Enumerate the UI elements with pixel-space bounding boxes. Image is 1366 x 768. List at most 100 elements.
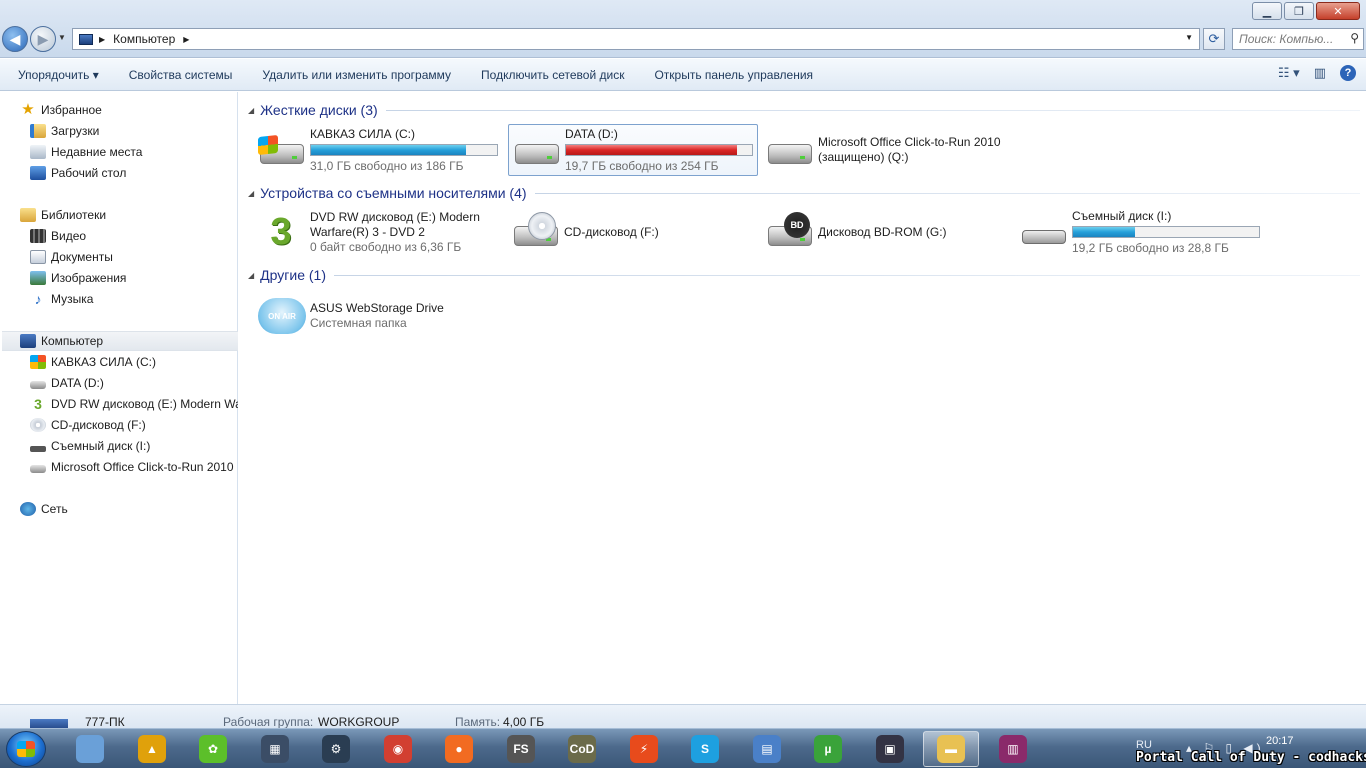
address-bar[interactable]: ▶ Компьютер ▶ ▼ xyxy=(72,28,1200,50)
workgroup-label: Рабочая группа: xyxy=(223,715,314,729)
help-icon[interactable]: ? xyxy=(1340,65,1356,81)
nav-network[interactable]: Сеть xyxy=(20,499,236,519)
taskbar-daemon-button[interactable]: ⚡ xyxy=(616,731,672,767)
start-button[interactable] xyxy=(6,731,46,767)
library-icon xyxy=(20,208,36,222)
drive-tile-c[interactable]: КАВКАЗ СИЛА (C:) 31,0 ГБ свободно из 186… xyxy=(254,124,504,176)
music-icon: ♪ xyxy=(34,291,42,307)
taskbar-call-of-duty-button[interactable]: CoD xyxy=(554,731,610,767)
nav-favorites[interactable]: ★ Избранное xyxy=(20,100,236,120)
nav-downloads[interactable]: Загрузки xyxy=(30,121,238,141)
open-control-panel-button[interactable]: Открыть панель управления xyxy=(639,68,828,82)
nav-drive-d[interactable]: DATA (D:) xyxy=(30,373,238,393)
taskbar-task-manager-button[interactable]: ▦ xyxy=(247,731,303,767)
close-button[interactable]: ✕ xyxy=(1316,2,1360,20)
group-header-other[interactable]: ◢ Другие (1) xyxy=(248,265,1360,285)
explorer-icon: ▬ xyxy=(937,735,965,763)
breadcrumb-arrow-icon[interactable]: ▶ xyxy=(183,35,189,44)
nav-drive-f[interactable]: CD-дисковод (F:) xyxy=(30,415,238,435)
taskbar-aimp-button[interactable]: ▲ xyxy=(124,731,180,767)
taskbar-winrar-button[interactable]: ▥ xyxy=(985,731,1041,767)
collapse-icon[interactable]: ◢ xyxy=(248,189,254,198)
breadcrumb-arrow-icon[interactable]: ▶ xyxy=(99,35,105,44)
nav-drive-e[interactable]: 3 DVD RW дисковод (E:) Modern Warfare(R) … xyxy=(30,394,238,414)
drive-free-space: 0 байт свободно из 6,36 ГБ xyxy=(310,239,462,254)
nav-images[interactable]: Изображения xyxy=(30,268,238,288)
control-panel-icon: ▤ xyxy=(753,735,781,763)
taskbar-steam-button[interactable]: ⚙ xyxy=(308,731,364,767)
taskbar-skype-button[interactable]: S xyxy=(677,731,733,767)
drive-tile-f[interactable]: CD-дисковод (F:) xyxy=(508,206,758,258)
group-header-hard-drives[interactable]: ◢ Жесткие диски (3) xyxy=(248,100,1360,120)
collapse-icon[interactable]: ◢ xyxy=(248,271,254,280)
group-header-removable[interactable]: ◢ Устройства со съемными носителями (4) xyxy=(248,183,1360,203)
breadcrumb-computer[interactable]: Компьютер xyxy=(113,32,175,46)
change-view-icon[interactable]: ☷ ▾ xyxy=(1278,65,1300,81)
taskbar-chrome-button[interactable]: ◉ xyxy=(370,731,426,767)
taskbar-fraps-button[interactable]: FS xyxy=(493,731,549,767)
nav-desktop[interactable]: Рабочий стол xyxy=(30,163,238,183)
taskbar-utorrent-button[interactable]: µ xyxy=(800,731,856,767)
arrow-right-icon: ▶ xyxy=(37,30,49,47)
taskbar-explorer-button[interactable]: ▬ xyxy=(923,731,979,767)
maximize-button[interactable]: ❐ xyxy=(1284,2,1314,20)
drive-tile-i[interactable]: Съемный диск (I:) 19,2 ГБ свободно из 28… xyxy=(1016,206,1266,258)
drive-tile-q[interactable]: Microsoft Office Click-to-Run 2010 (защи… xyxy=(762,124,1042,176)
nav-label: Microsoft Office Click-to-Run 2010 xyxy=(51,460,234,474)
virtualbox-icon: ▣ xyxy=(876,735,904,763)
recent-places-icon xyxy=(30,145,46,159)
drive-name: DVD RW дисковод (E:) Modern xyxy=(310,209,480,224)
system-properties-button[interactable]: Свойства системы xyxy=(114,68,248,82)
back-button[interactable]: ◀ xyxy=(2,26,28,52)
search-input[interactable]: Поиск: Компью... ⚲ xyxy=(1232,28,1364,50)
nav-documents[interactable]: Документы xyxy=(30,247,238,267)
mw3-disc-icon: 3 xyxy=(34,396,42,412)
nav-drive-i[interactable]: Съемный диск (I:) xyxy=(30,436,238,456)
nav-video[interactable]: Видео xyxy=(30,226,238,246)
recent-pages-dropdown[interactable]: ▼ xyxy=(58,33,66,42)
nav-drive-q[interactable]: Microsoft Office Click-to-Run 2010 xyxy=(30,457,238,477)
taskbar-outlook-button[interactable] xyxy=(62,731,118,767)
drive-usage-fill xyxy=(311,144,466,155)
uninstall-program-button[interactable]: Удалить или изменить программу xyxy=(247,68,466,82)
clock[interactable]: 20:17 xyxy=(1266,735,1294,747)
mw3-disc-icon: 3 xyxy=(258,212,304,252)
bd-badge: BD xyxy=(784,212,810,238)
drive-name: Дисковод BD-ROM (G:) xyxy=(818,224,947,239)
taskbar-origin-button[interactable]: ● xyxy=(431,731,487,767)
nav-computer[interactable]: Компьютер xyxy=(2,331,238,351)
drive-name-line2: (защищено) (Q:) xyxy=(818,150,909,164)
nav-recent-places[interactable]: Недавние места xyxy=(30,142,238,162)
drive-free-space: 19,2 ГБ свободно из 28,8 ГБ xyxy=(1072,240,1229,255)
minimize-button[interactable]: ▁ xyxy=(1252,2,1282,20)
organize-button[interactable]: Упорядочить ▾ xyxy=(0,68,114,82)
asus-webstorage-tile[interactable]: ON AIR ASUS WebStorage Drive Системная п… xyxy=(254,290,504,342)
taskbar-virtualbox-button[interactable]: ▣ xyxy=(862,731,918,767)
nav-label: Компьютер xyxy=(41,334,104,348)
drive-name: DATA (D:) xyxy=(565,126,618,141)
task-manager-icon: ▦ xyxy=(261,735,289,763)
preview-pane-icon[interactable]: ▥ xyxy=(1314,65,1326,81)
nav-drive-c[interactable]: КАВКАЗ СИЛА (C:) xyxy=(30,352,238,372)
computer-name: 777-ПК xyxy=(85,715,125,729)
drive-tile-d[interactable]: DATA (D:) 19,7 ГБ свободно из 254 ГБ xyxy=(508,124,758,176)
address-history-dropdown[interactable]: ▼ xyxy=(1185,33,1193,42)
cd-drive-icon xyxy=(512,212,558,252)
collapse-icon[interactable]: ◢ xyxy=(248,106,254,115)
desktop-icon xyxy=(30,166,46,180)
search-icon[interactable]: ⚲ xyxy=(1350,31,1359,45)
forward-button[interactable]: ▶ xyxy=(30,26,56,52)
taskbar-icq-button[interactable]: ✿ xyxy=(185,731,241,767)
map-network-drive-button[interactable]: Подключить сетевой диск xyxy=(466,68,639,82)
refresh-button[interactable]: ⟳ xyxy=(1203,28,1225,50)
computer-icon xyxy=(20,334,36,348)
nav-libraries[interactable]: Библиотеки xyxy=(20,205,236,225)
details-pane: 777-ПК Рабочая группа: WORKGROUP Память:… xyxy=(0,704,1366,731)
nav-label: CD-дисковод (F:) xyxy=(51,418,146,432)
taskbar-control-panel-button[interactable]: ▤ xyxy=(739,731,795,767)
drive-tile-g[interactable]: BD Дисковод BD-ROM (G:) xyxy=(762,206,1012,258)
steam-icon: ⚙ xyxy=(322,735,350,763)
nav-music[interactable]: ♪ Музыка xyxy=(30,289,238,309)
skype-icon: S xyxy=(691,735,719,763)
drive-tile-e[interactable]: 3 DVD RW дисковод (E:) Modern Warfare(R)… xyxy=(254,206,504,258)
